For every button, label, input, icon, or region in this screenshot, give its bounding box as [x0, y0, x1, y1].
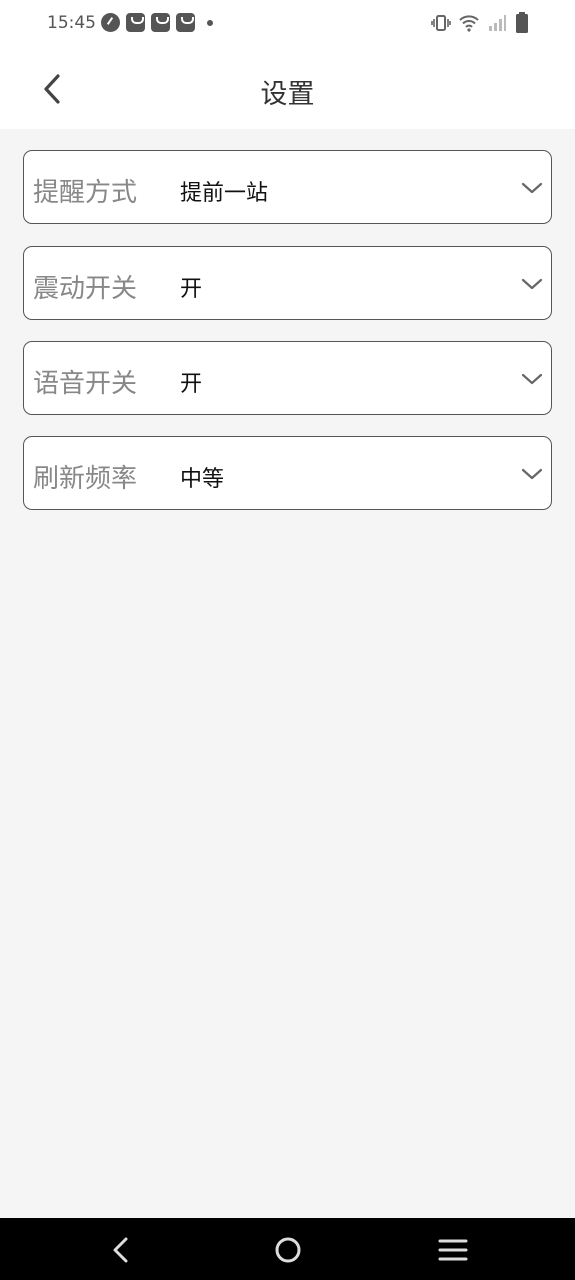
vibrate-icon	[431, 15, 451, 31]
setting-row-vibration[interactable]: 震动开关 开	[23, 246, 552, 320]
chevron-down-icon	[521, 468, 543, 480]
status-time: 15:45	[47, 13, 96, 33]
notification-icons	[101, 13, 213, 32]
setting-row-voice[interactable]: 语音开关 开	[23, 341, 552, 415]
setting-row-reminder-mode[interactable]: 提醒方式 提前一站	[23, 150, 552, 224]
header: 设置	[0, 48, 575, 129]
setting-value: 开	[180, 277, 203, 302]
setting-value: 开	[180, 372, 203, 397]
signal-icon	[489, 15, 506, 31]
speedometer-icon	[101, 13, 120, 32]
shopping-bag-icon	[151, 13, 170, 32]
chevron-down-icon	[521, 278, 543, 290]
setting-value: 中等	[180, 467, 225, 492]
setting-label: 语音开关	[33, 369, 138, 399]
nav-back-icon[interactable]	[105, 1234, 137, 1266]
chevron-down-icon	[521, 182, 543, 194]
setting-label: 震动开关	[33, 274, 138, 304]
battery-icon	[516, 12, 528, 33]
wifi-icon	[459, 15, 479, 32]
chevron-down-icon	[521, 373, 543, 385]
setting-value: 提前一站	[180, 181, 269, 206]
page-title: 设置	[260, 79, 315, 110]
status-bar: 15:45	[0, 0, 575, 48]
nav-home-icon[interactable]	[272, 1234, 304, 1266]
shopping-bag-icon	[176, 13, 195, 32]
nav-menu-icon[interactable]	[437, 1234, 469, 1266]
system-nav-bar	[0, 1218, 575, 1280]
system-icons	[431, 12, 529, 34]
setting-row-refresh-rate[interactable]: 刷新频率 中等	[23, 436, 552, 510]
setting-label: 提醒方式	[33, 178, 138, 208]
more-dot-icon	[207, 19, 213, 26]
shopping-bag-icon	[126, 13, 145, 32]
setting-label: 刷新频率	[33, 464, 138, 494]
